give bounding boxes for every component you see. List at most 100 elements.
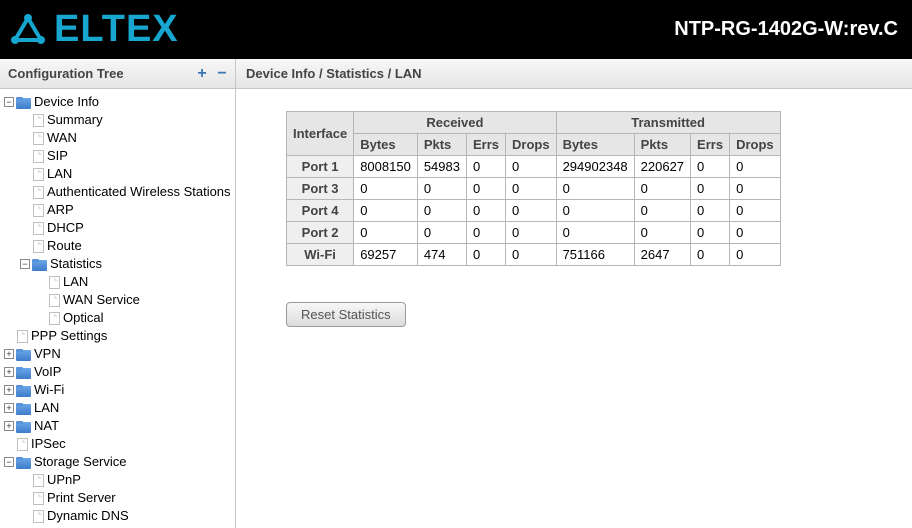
iface-cell: Wi-Fi xyxy=(287,244,354,266)
expand-icon[interactable]: + xyxy=(4,403,14,413)
page-icon xyxy=(33,150,44,163)
breadcrumb: Device Info / Statistics / LAN xyxy=(236,59,912,89)
expand-icon[interactable]: + xyxy=(4,421,14,431)
tree-node-upnp[interactable]: UPnP xyxy=(20,471,235,489)
tree-node-sip[interactable]: SIP xyxy=(20,147,235,165)
tree-node-label: UPnP xyxy=(47,471,81,489)
tree-node-label: Storage Service xyxy=(34,453,127,471)
tree-node-label: ARP xyxy=(47,201,74,219)
app-header: ELTEX NTP-RG-1402G-W:rev.C xyxy=(0,0,912,59)
sidebar-title: Configuration Tree xyxy=(8,66,124,81)
tree-node-wan-service[interactable]: WAN Service xyxy=(36,291,235,309)
brand-text: ELTEX xyxy=(54,8,179,51)
expand-icon[interactable]: + xyxy=(4,349,14,359)
tree-node-label: NAT xyxy=(34,417,59,435)
value-cell: 0 xyxy=(506,244,557,266)
value-cell: 0 xyxy=(691,200,730,222)
value-cell: 0 xyxy=(466,222,505,244)
tree-node-label: Summary xyxy=(47,111,103,129)
value-cell: 0 xyxy=(506,200,557,222)
tree-node-print-server[interactable]: Print Server xyxy=(20,489,235,507)
rx-bytes-header: Bytes xyxy=(354,134,418,156)
expand-icon[interactable]: + xyxy=(4,385,14,395)
tree-node-label: SIP xyxy=(47,147,68,165)
value-cell: 0 xyxy=(466,156,505,178)
device-model: NTP-RG-1402G-W:rev.C xyxy=(674,18,898,41)
tree-node-label: Wi-Fi xyxy=(34,381,64,399)
value-cell: 0 xyxy=(691,244,730,266)
value-cell: 0 xyxy=(506,156,557,178)
tree-children: SummaryWANSIPLANAuthenticated Wireless S… xyxy=(4,111,235,327)
tree-node-lan[interactable]: LAN xyxy=(20,165,235,183)
page-icon xyxy=(33,492,44,505)
tree-node-ipsec[interactable]: IPSec xyxy=(4,435,235,453)
expand-all-button[interactable]: + xyxy=(195,67,209,81)
page-icon xyxy=(49,312,60,325)
eltex-logo-icon xyxy=(8,12,48,48)
tree-node-label: VPN xyxy=(34,345,61,363)
value-cell: 474 xyxy=(417,244,466,266)
iface-cell: Port 4 xyxy=(287,200,354,222)
collapse-icon[interactable]: − xyxy=(4,97,14,107)
tree-node-ppp-settings[interactable]: PPP Settings xyxy=(4,327,235,345)
tree-children: LANWAN ServiceOptical xyxy=(20,273,235,327)
col-group-transmitted: Transmitted xyxy=(556,112,780,134)
value-cell: 0 xyxy=(417,178,466,200)
value-cell: 0 xyxy=(556,200,634,222)
tree-node-vpn[interactable]: + VPN xyxy=(4,345,235,363)
tree-node-wan[interactable]: WAN xyxy=(20,129,235,147)
value-cell: 2647 xyxy=(634,244,690,266)
sidebar-header: Configuration Tree + − xyxy=(0,59,235,89)
tree-node-authenticated-wireless-stations[interactable]: Authenticated Wireless Stations xyxy=(20,183,235,201)
iface-cell: Port 2 xyxy=(287,222,354,244)
tree-node-label: Print Server xyxy=(47,489,116,507)
folder-icon xyxy=(16,458,31,469)
tree-node-label: PPP Settings xyxy=(31,327,107,345)
sidebar: Configuration Tree + − −Device InfoSumma… xyxy=(0,59,236,528)
value-cell: 0 xyxy=(691,222,730,244)
tree-node-label: LAN xyxy=(63,273,88,291)
tree-node-route[interactable]: Route xyxy=(20,237,235,255)
tree-node-lan[interactable]: LAN xyxy=(36,273,235,291)
page-icon xyxy=(17,330,28,343)
tree-node-summary[interactable]: Summary xyxy=(20,111,235,129)
page-icon xyxy=(33,114,44,127)
folder-icon xyxy=(16,386,31,397)
tree-node-optical[interactable]: Optical xyxy=(36,309,235,327)
tree-node-wi-fi[interactable]: + Wi-Fi xyxy=(4,381,235,399)
folder-icon xyxy=(16,368,31,379)
value-cell: 294902348 xyxy=(556,156,634,178)
table-row: Port 200000000 xyxy=(287,222,781,244)
value-cell: 0 xyxy=(556,222,634,244)
col-group-received: Received xyxy=(354,112,556,134)
tree-node-dhcp[interactable]: DHCP xyxy=(20,219,235,237)
tree-node-lan[interactable]: +LAN xyxy=(4,399,235,417)
reset-statistics-button[interactable]: Reset Statistics xyxy=(286,302,406,327)
tree-node-label: Statistics xyxy=(50,255,102,273)
tree-node-device-info[interactable]: −Device Info xyxy=(4,93,235,111)
tree-node-voip[interactable]: +VoIP xyxy=(4,363,235,381)
page-icon xyxy=(49,276,60,289)
value-cell: 0 xyxy=(417,200,466,222)
tree-node-statistics[interactable]: − Statistics xyxy=(20,255,235,273)
tree-node-storage-service[interactable]: − Storage Service xyxy=(4,453,235,471)
table-row: Port 400000000 xyxy=(287,200,781,222)
value-cell: 0 xyxy=(466,178,505,200)
collapse-icon[interactable]: − xyxy=(20,259,30,269)
table-row: Port 18008150549830029490234822062700 xyxy=(287,156,781,178)
tree-node-dynamic-dns[interactable]: Dynamic DNS xyxy=(20,507,235,525)
main-panel: Device Info / Statistics / LAN Interface… xyxy=(236,59,912,528)
expand-icon[interactable]: + xyxy=(4,367,14,377)
value-cell: 0 xyxy=(730,222,781,244)
table-row: Port 300000000 xyxy=(287,178,781,200)
tree-node-nat[interactable]: + NAT xyxy=(4,417,235,435)
collapse-icon[interactable]: − xyxy=(4,457,14,467)
tree-node-label: Optical xyxy=(63,309,103,327)
tree-node-arp[interactable]: ARP xyxy=(20,201,235,219)
collapse-all-button[interactable]: − xyxy=(215,67,229,81)
tx-errs-header: Errs xyxy=(691,134,730,156)
iface-cell: Port 3 xyxy=(287,178,354,200)
value-cell: 0 xyxy=(691,156,730,178)
value-cell: 220627 xyxy=(634,156,690,178)
table-row: Wi-Fi6925747400751166264700 xyxy=(287,244,781,266)
